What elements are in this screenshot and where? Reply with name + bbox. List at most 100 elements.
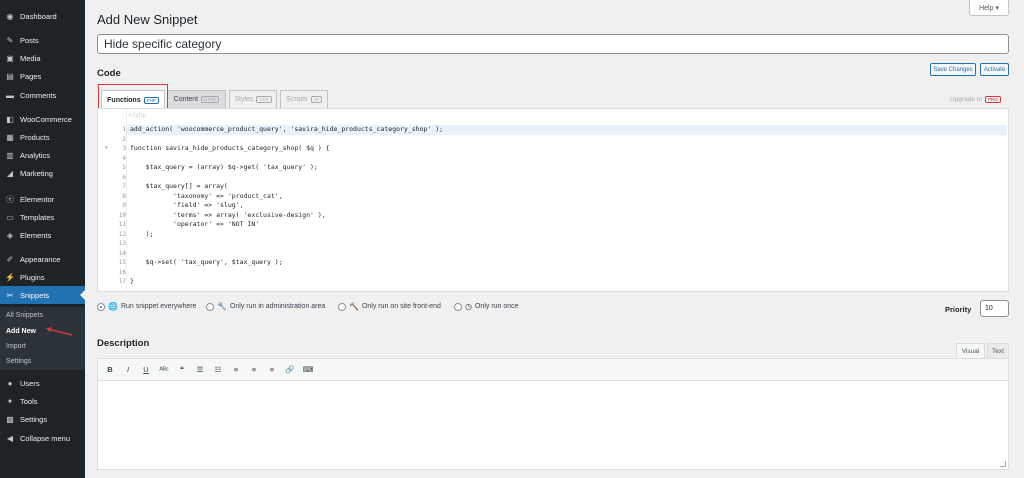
sidebar-item-elements[interactable]: ◈ Elements xyxy=(0,226,85,244)
scope-option[interactable]: 🔧 Only run in administration area xyxy=(206,302,325,311)
scope-option[interactable]: 🔨 Only run on site front-end xyxy=(338,302,441,311)
bold-icon[interactable]: B xyxy=(104,365,116,374)
stack-icon: ◈ xyxy=(6,230,14,240)
link-icon[interactable]: 🔗 xyxy=(284,365,296,374)
sidebar-item-comments[interactable]: ▬ Comments xyxy=(0,86,85,104)
sidebar-item-appearance[interactable]: ✐ Appearance xyxy=(0,250,85,268)
tab-styles[interactable]: Styles CSS xyxy=(229,90,277,108)
sidebar-item-tools[interactable]: ✦ Tools xyxy=(0,392,85,410)
php-open-tag: <?php xyxy=(128,112,147,119)
sidebar-item-label: Users xyxy=(20,378,40,388)
megaphone-icon: ◢ xyxy=(6,168,14,178)
hammer-icon: 🔨 xyxy=(349,302,359,311)
sidebar-item-media[interactable]: ▣ Media xyxy=(0,49,85,67)
tab-label: Content xyxy=(173,96,199,103)
sidebar-item-collapse-menu[interactable]: ◀ Collapse menu xyxy=(0,429,85,447)
tab-content[interactable]: Content HTML xyxy=(167,90,226,108)
numbered-list-icon[interactable]: ☷ xyxy=(212,365,224,374)
code-line: ); xyxy=(130,229,154,238)
sidebar-item-users[interactable]: ● Users xyxy=(0,374,85,392)
scope-radio[interactable] xyxy=(97,302,105,311)
save-changes-button[interactable]: Save Changes xyxy=(930,63,976,76)
help-button[interactable]: Help ▾ xyxy=(969,0,1009,16)
align-right-icon[interactable]: ≡ xyxy=(266,365,278,374)
resize-handle-icon[interactable] xyxy=(1000,461,1006,467)
line-number: 13 xyxy=(118,240,126,247)
submenu-item-add-new[interactable]: Add New xyxy=(6,328,36,335)
code-editor[interactable]: <?php 1 add_action( 'woocommerce_product_q… xyxy=(97,108,1009,292)
scope-radio[interactable] xyxy=(454,302,462,311)
code-line: $tax_query[] = array( xyxy=(130,182,228,190)
users-icon: ● xyxy=(7,378,13,388)
code-line: 'terms' => array( 'exclusive-design' ), xyxy=(130,210,326,219)
submenu-item-import[interactable]: Import xyxy=(6,343,26,350)
upgrade-link[interactable]: Upgrade to PRO xyxy=(950,96,1001,103)
collapse-icon: ◀ xyxy=(6,433,14,443)
scope-label: Only run in administration area xyxy=(229,303,326,310)
scope-option[interactable]: ◷ Only run once xyxy=(454,302,519,311)
sidebar-item-products[interactable]: ▦ Products xyxy=(0,128,85,146)
upgrade-label: Upgrade to xyxy=(950,96,983,103)
html-badge: HTML xyxy=(201,96,220,103)
keyboard-icon[interactable]: ⌨ xyxy=(302,365,314,374)
sidebar-item-elementor[interactable]: ⓔ Elementor xyxy=(0,190,85,208)
line-number: 14 xyxy=(118,249,126,257)
editor-toolbar: B I Uᴬᴮᶜ ❝ ☰ ☷ ≡ ≡ ≡ 🔗 ⌨ xyxy=(98,359,1008,381)
sidebar-item-dashboard[interactable]: ◉ Dashboard xyxy=(0,7,85,25)
line-number: 6 xyxy=(122,173,126,181)
code-section-label: Code xyxy=(97,68,121,79)
page-scrollbar[interactable] xyxy=(1016,0,1024,478)
bullet-list-icon[interactable]: ☰ xyxy=(194,365,206,374)
sidebar-item-snippets[interactable]: ✂ Snippets xyxy=(0,286,85,304)
line-number: 1 xyxy=(122,126,126,133)
sidebar-item-analytics[interactable]: ▥ Analytics xyxy=(0,146,85,164)
line-number: 8 xyxy=(122,192,126,200)
sidebar-item-label: Plugins xyxy=(20,272,45,282)
code-line: } xyxy=(130,277,134,285)
fold-arrow-icon[interactable]: ▾ xyxy=(105,145,108,151)
scope-label: Only run once xyxy=(474,303,519,310)
submenu-item-all-snippets[interactable]: All Snippets xyxy=(6,312,43,319)
sidebar-item-settings[interactable]: ▩ Settings xyxy=(0,410,85,428)
sidebar-item-plugins[interactable]: ⚡ Plugins xyxy=(0,268,85,286)
scope-option[interactable]: 🌐 Run snippet everywhere xyxy=(97,302,196,311)
sidebar-item-posts[interactable]: ✎ Posts xyxy=(0,31,85,49)
sidebar-item-pages[interactable]: ▤ Pages xyxy=(0,67,85,85)
sidebar-item-label: Pages xyxy=(20,71,42,81)
submenu-item-settings[interactable]: Settings xyxy=(6,358,31,365)
sidebar-item-label: Media xyxy=(20,53,41,63)
tab-label: Scripts xyxy=(286,96,308,103)
italic-icon[interactable]: I xyxy=(122,365,134,374)
sidebar-item-marketing[interactable]: ◢ Marketing xyxy=(0,164,85,182)
visual-tab[interactable]: Visual xyxy=(956,343,985,358)
plug-icon: ⚡ xyxy=(5,272,15,282)
sidebar-item-label: Posts xyxy=(20,35,39,45)
line-number: 12 xyxy=(118,230,126,238)
strikethrough-icon[interactable]: ᴬᴮᶜ xyxy=(158,365,170,374)
code-line: $tax_query = (array) $q->get( 'tax_query… xyxy=(130,163,318,171)
sidebar-item-label: Elementor xyxy=(20,194,55,204)
sidebar-item-label: Templates xyxy=(20,212,55,222)
sidebar-item-woocommerce[interactable]: ◧ WooCommerce xyxy=(0,110,85,128)
underline-icon[interactable]: U xyxy=(140,365,152,374)
tab-scripts[interactable]: Scripts JS xyxy=(280,90,328,108)
scope-radio[interactable] xyxy=(206,302,214,311)
align-left-icon[interactable]: ≡ xyxy=(230,365,242,374)
priority-input[interactable]: 10 xyxy=(980,300,1009,317)
description-editor[interactable]: B I Uᴬᴮᶜ ❝ ☰ ☷ ≡ ≡ ≡ 🔗 ⌨ xyxy=(97,358,1009,470)
text-tab[interactable]: Text xyxy=(987,343,1009,358)
line-number: 2 xyxy=(122,135,126,143)
scope-radio[interactable] xyxy=(338,302,346,311)
sidebar-item-label: Collapse menu xyxy=(20,433,71,443)
blockquote-icon[interactable]: ❝ xyxy=(176,365,188,374)
snippet-title-input[interactable]: Hide specific category xyxy=(97,34,1009,54)
globe-icon: 🌐 xyxy=(108,302,118,311)
page-title: Add New Snippet xyxy=(97,12,198,27)
clock-icon: ◷ xyxy=(465,302,472,311)
line-number: 9 xyxy=(122,202,126,209)
line-number: 11 xyxy=(118,221,126,228)
activate-button[interactable]: Activate xyxy=(980,63,1009,76)
code-line: add_action( 'woocommerce_product_query',… xyxy=(127,125,1007,135)
align-center-icon[interactable]: ≡ xyxy=(248,365,260,374)
sidebar-item-templates[interactable]: ▭ Templates xyxy=(0,208,85,226)
